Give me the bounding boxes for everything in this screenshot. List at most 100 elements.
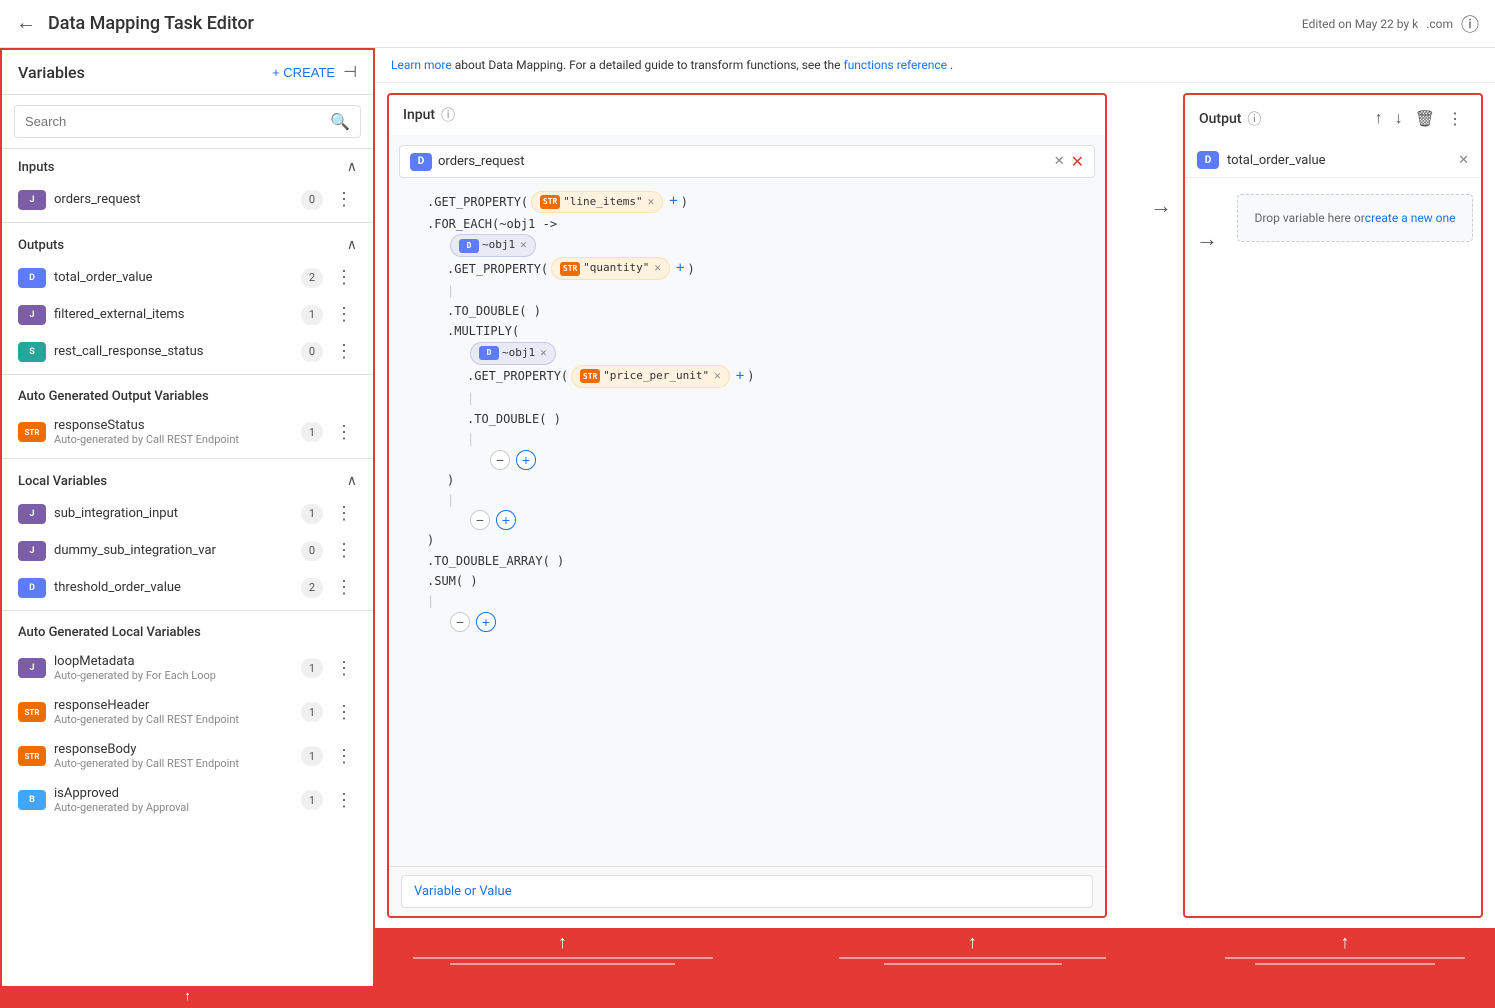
var-menu-icon[interactable]: ⋮ bbox=[331, 658, 357, 679]
bottom-bar: ↑ ↑ ↑ bbox=[375, 928, 1495, 1008]
str-tag[interactable]: STR "price_per_unit" ✕ bbox=[571, 365, 730, 388]
var-menu-icon[interactable]: ⋮ bbox=[331, 790, 357, 811]
list-item[interactable]: J orders_request 0 ⋮ bbox=[2, 181, 373, 218]
outputs-collapse-icon[interactable]: ∧ bbox=[347, 237, 357, 253]
add-param-button[interactable]: + bbox=[669, 190, 677, 214]
list-item[interactable]: D total_order_value 2 ⋮ bbox=[2, 259, 373, 296]
back-button[interactable]: ← bbox=[16, 12, 36, 35]
list-item[interactable]: B isApproved Auto-generated by Approval … bbox=[2, 778, 373, 822]
d-tag[interactable]: D ~obj1 ✕ bbox=[470, 342, 556, 365]
var-menu-icon[interactable]: ⋮ bbox=[331, 189, 357, 210]
str-close-icon[interactable]: ✕ bbox=[648, 193, 655, 212]
list-item[interactable]: J sub_integration_input 1 ⋮ bbox=[2, 495, 373, 532]
str-badge: STR bbox=[560, 262, 580, 276]
var-count: 2 bbox=[301, 268, 323, 288]
delete-button[interactable]: 🗑 bbox=[1411, 105, 1439, 133]
close-paren: ) bbox=[687, 259, 694, 279]
tag-close-icon[interactable]: ✕ bbox=[540, 344, 547, 363]
plus-button[interactable]: + bbox=[476, 612, 496, 632]
functions-ref-link[interactable]: functions reference bbox=[844, 58, 947, 72]
var-menu-icon[interactable]: ⋮ bbox=[331, 503, 357, 524]
d-tag[interactable]: D ~obj1 ✕ bbox=[450, 234, 536, 257]
var-sub: Auto-generated by For Each Loop bbox=[54, 669, 293, 682]
auto-locals-header: Auto Generated Local Variables bbox=[2, 615, 373, 646]
input-panel: Input ⓘ D orders_request ✕ ✕ bbox=[387, 93, 1107, 918]
learn-more-link[interactable]: Learn more bbox=[391, 58, 452, 72]
tag-close-icon[interactable]: ✕ bbox=[520, 236, 527, 255]
collapse-panel-button[interactable]: ⊣ bbox=[343, 62, 357, 82]
locals-label: Local Variables bbox=[18, 474, 107, 489]
move-down-button[interactable]: ↓ bbox=[1391, 106, 1407, 132]
var-menu-icon[interactable]: ⋮ bbox=[331, 746, 357, 767]
plus-button[interactable]: + bbox=[496, 510, 516, 530]
variables-panel-header: Variables + CREATE ⊣ bbox=[2, 50, 373, 95]
var-menu-icon[interactable]: ⋮ bbox=[331, 341, 357, 362]
var-menu-icon[interactable]: ⋮ bbox=[331, 304, 357, 325]
input-to-output-arrow: → bbox=[1139, 93, 1183, 918]
create-button[interactable]: + CREATE bbox=[272, 65, 335, 80]
str-tag[interactable]: STR "line_items" ✕ bbox=[531, 191, 663, 214]
add-param-button[interactable]: + bbox=[736, 365, 744, 389]
variable-or-value-button[interactable]: Variable or Value bbox=[401, 875, 1093, 908]
var-count: 2 bbox=[301, 578, 323, 598]
list-item[interactable]: STR responseStatus Auto-generated by Cal… bbox=[2, 410, 373, 454]
list-item[interactable]: STR responseHeader Auto-generated by Cal… bbox=[2, 690, 373, 734]
input-info-icon[interactable]: ⓘ bbox=[441, 105, 455, 125]
pipe: | bbox=[467, 429, 474, 449]
list-item[interactable]: STR responseBody Auto-generated by Call … bbox=[2, 734, 373, 778]
output-info-icon[interactable]: ⓘ bbox=[1247, 109, 1261, 129]
var-menu-icon[interactable]: ⋮ bbox=[331, 577, 357, 598]
var-menu-icon[interactable]: ⋮ bbox=[331, 702, 357, 723]
input-close-icon[interactable]: ✕ bbox=[1071, 152, 1084, 171]
output-var-name: total_order_value bbox=[1227, 153, 1450, 168]
minus-button[interactable]: − bbox=[490, 450, 510, 470]
list-item[interactable]: D threshold_order_value 2 ⋮ bbox=[2, 569, 373, 606]
str-close-icon[interactable]: ✕ bbox=[714, 367, 721, 386]
str-close-icon[interactable]: ✕ bbox=[654, 259, 661, 278]
output-drop-zone: Drop variable here or create a new one bbox=[1237, 194, 1473, 242]
code-line: .TO_DOUBLE( ) bbox=[407, 409, 1087, 429]
info-text2: . bbox=[950, 58, 953, 72]
more-menu-button[interactable]: ⋮ bbox=[1443, 105, 1467, 133]
list-item[interactable]: J filtered_external_items 1 ⋮ bbox=[2, 296, 373, 333]
list-item[interactable]: S rest_call_response_status 0 ⋮ bbox=[2, 333, 373, 370]
outputs-section-header: Outputs ∧ bbox=[2, 227, 373, 259]
inputs-label: Inputs bbox=[18, 160, 54, 175]
code-line: D ~obj1 ✕ bbox=[407, 342, 1087, 365]
type-badge-d: D bbox=[18, 578, 46, 598]
code-line: ) bbox=[407, 530, 1087, 550]
close-paren: ) bbox=[747, 366, 754, 386]
create-new-link[interactable]: create a new one bbox=[1365, 211, 1456, 225]
collapse-icon: ⊣ bbox=[343, 64, 357, 81]
info-banner: Learn more about Data Mapping. For a det… bbox=[375, 48, 1495, 83]
close-paren: ) bbox=[681, 192, 688, 212]
locals-collapse-icon[interactable]: ∧ bbox=[347, 473, 357, 489]
output-item: D total_order_value ✕ bbox=[1185, 143, 1481, 178]
minus-button[interactable]: − bbox=[450, 612, 470, 632]
var-menu-icon[interactable]: ⋮ bbox=[331, 540, 357, 561]
list-item[interactable]: J dummy_sub_integration_var 0 ⋮ bbox=[2, 532, 373, 569]
pipe: | bbox=[447, 281, 454, 301]
var-menu-icon[interactable]: ⋮ bbox=[331, 267, 357, 288]
pipe: | bbox=[427, 591, 434, 611]
input-remove-icon[interactable]: ✕ bbox=[1054, 154, 1065, 169]
code-line: | bbox=[407, 388, 1087, 408]
inputs-collapse-icon[interactable]: ∧ bbox=[347, 159, 357, 175]
code-method: .FOR_EACH(~obj1 -> bbox=[427, 214, 557, 234]
variables-scroll: Inputs ∧ J orders_request 0 ⋮ Outputs ∧ … bbox=[2, 149, 373, 986]
bottom-bar-mid: ↑ bbox=[750, 932, 1195, 965]
code-method: .MULTIPLY( bbox=[447, 321, 519, 341]
var-ref: ~obj1 bbox=[482, 236, 515, 255]
var-menu-icon[interactable]: ⋮ bbox=[331, 422, 357, 443]
move-up-button[interactable]: ↑ bbox=[1371, 106, 1387, 132]
output-remove-icon[interactable]: ✕ bbox=[1458, 153, 1469, 168]
add-param-button[interactable]: + bbox=[676, 257, 684, 281]
minus-button[interactable]: − bbox=[470, 510, 490, 530]
plus-button[interactable]: + bbox=[516, 450, 536, 470]
info-icon[interactable]: ⓘ bbox=[1461, 11, 1479, 37]
list-item[interactable]: J loopMetadata Auto-generated by For Eac… bbox=[2, 646, 373, 690]
str-tag[interactable]: STR "quantity" ✕ bbox=[551, 257, 670, 280]
var-count: 1 bbox=[301, 658, 323, 678]
type-badge-j: J bbox=[18, 658, 46, 678]
search-input[interactable] bbox=[25, 114, 330, 129]
